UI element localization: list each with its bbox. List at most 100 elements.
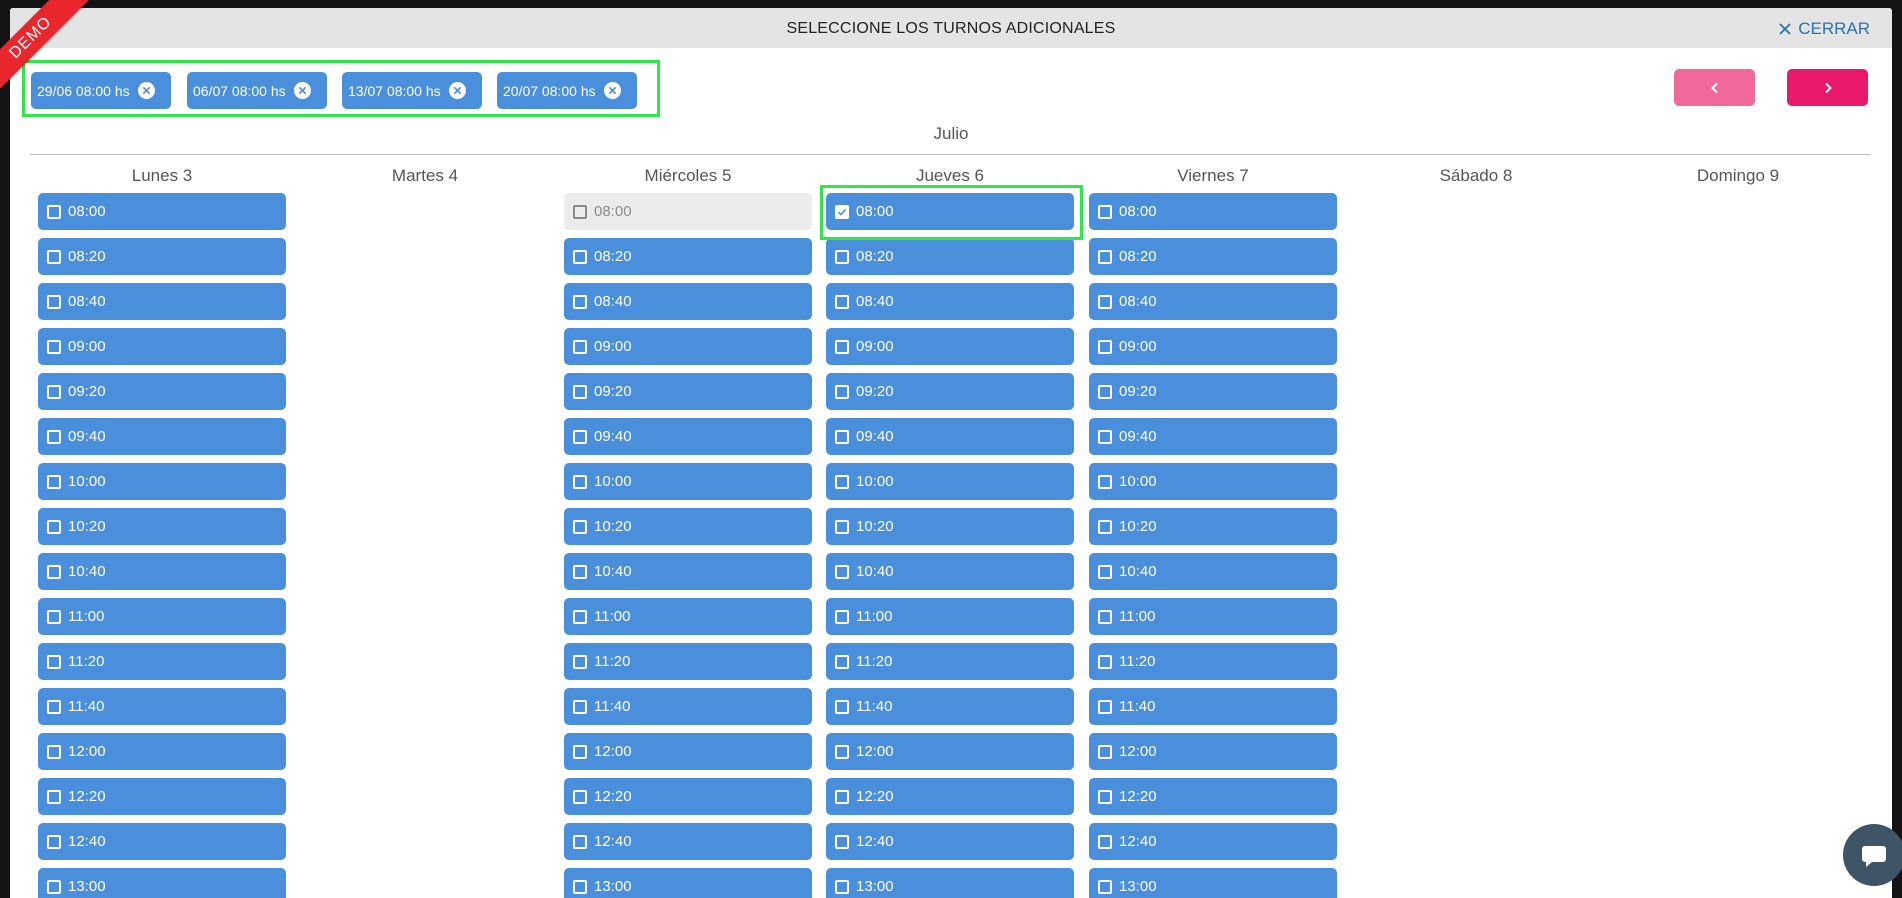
time-slot[interactable]: 12:00 xyxy=(38,733,286,770)
checkbox-icon[interactable] xyxy=(573,339,587,354)
checkbox-icon[interactable] xyxy=(573,879,587,894)
checkbox-icon[interactable] xyxy=(47,744,61,759)
checkbox-icon[interactable] xyxy=(835,654,849,669)
time-slot[interactable]: 11:00 xyxy=(564,598,812,635)
time-slot[interactable]: 12:40 xyxy=(1089,823,1337,860)
time-slot[interactable]: 13:00 xyxy=(38,868,286,898)
checkbox-icon[interactable] xyxy=(47,339,61,354)
checkbox-icon[interactable] xyxy=(573,654,587,669)
checkbox-icon[interactable] xyxy=(573,609,587,624)
time-slot[interactable]: 11:00 xyxy=(826,598,1074,635)
time-slot[interactable]: 12:20 xyxy=(1089,778,1337,815)
checkbox-icon[interactable] xyxy=(835,384,849,399)
checkbox-icon[interactable] xyxy=(835,294,849,309)
checkbox-icon[interactable] xyxy=(573,834,587,849)
time-slot[interactable]: 08:40 xyxy=(1089,283,1337,320)
checkbox-icon[interactable] xyxy=(573,294,587,309)
time-slot[interactable]: 08:20 xyxy=(1089,238,1337,275)
time-slot[interactable]: 08:00 xyxy=(38,193,286,230)
checkbox-icon[interactable] xyxy=(1098,744,1112,759)
time-slot[interactable]: 08:40 xyxy=(38,283,286,320)
checkbox-icon[interactable] xyxy=(1098,384,1112,399)
time-slot[interactable]: 11:20 xyxy=(564,643,812,680)
checkbox-icon[interactable] xyxy=(47,654,61,669)
checkbox-icon[interactable] xyxy=(1098,474,1112,489)
time-slot[interactable]: 10:40 xyxy=(1089,553,1337,590)
checkbox-icon[interactable] xyxy=(835,429,849,444)
time-slot[interactable]: 10:40 xyxy=(564,553,812,590)
checkbox-icon[interactable] xyxy=(1098,654,1112,669)
time-slot[interactable]: 10:20 xyxy=(564,508,812,545)
time-slot[interactable]: 08:20 xyxy=(564,238,812,275)
time-slot[interactable]: 11:40 xyxy=(1089,688,1337,725)
checkbox-icon[interactable] xyxy=(573,249,587,264)
checkbox-icon[interactable] xyxy=(1098,564,1112,579)
time-slot[interactable]: 09:20 xyxy=(564,373,812,410)
time-slot[interactable]: 09:00 xyxy=(1089,328,1337,365)
checkbox-icon[interactable] xyxy=(835,834,849,849)
time-slot[interactable]: 12:00 xyxy=(564,733,812,770)
checkbox-icon[interactable] xyxy=(835,519,849,534)
time-slot[interactable]: 13:00 xyxy=(1089,868,1337,898)
time-slot[interactable]: 11:00 xyxy=(1089,598,1337,635)
chip-remove-icon[interactable] xyxy=(293,82,311,99)
time-slot[interactable]: 10:40 xyxy=(826,553,1074,590)
checkbox-icon[interactable] xyxy=(47,429,61,444)
checkbox-icon[interactable] xyxy=(835,699,849,714)
time-slot[interactable]: 09:40 xyxy=(826,418,1074,455)
time-slot[interactable]: 12:40 xyxy=(38,823,286,860)
checkbox-icon[interactable] xyxy=(573,744,587,759)
checkbox-icon[interactable] xyxy=(835,564,849,579)
checkbox-icon[interactable] xyxy=(835,879,849,894)
time-slot[interactable]: 12:40 xyxy=(826,823,1074,860)
time-slot[interactable]: 11:20 xyxy=(38,643,286,680)
checkbox-icon[interactable] xyxy=(47,789,61,804)
time-slot[interactable]: 09:20 xyxy=(38,373,286,410)
checkbox-icon[interactable] xyxy=(47,609,61,624)
chip-remove-icon[interactable] xyxy=(603,82,621,99)
time-slot[interactable]: 09:00 xyxy=(564,328,812,365)
checkbox-icon[interactable] xyxy=(1098,519,1112,534)
checkbox-icon[interactable] xyxy=(1098,429,1112,444)
time-slot[interactable]: 09:20 xyxy=(826,373,1074,410)
time-slot[interactable]: 09:00 xyxy=(826,328,1074,365)
time-slot[interactable]: 09:40 xyxy=(1089,418,1337,455)
checkbox-icon[interactable] xyxy=(47,879,61,894)
time-slot[interactable]: 08:00 xyxy=(1089,193,1337,230)
checkbox-icon[interactable] xyxy=(47,474,61,489)
time-slot[interactable]: 12:00 xyxy=(826,733,1074,770)
checkbox-icon[interactable] xyxy=(835,474,849,489)
time-slot[interactable]: 09:40 xyxy=(38,418,286,455)
checkbox-icon[interactable] xyxy=(47,519,61,534)
next-week-button[interactable] xyxy=(1787,69,1868,106)
checkbox-icon[interactable] xyxy=(573,564,587,579)
checkbox-icon[interactable] xyxy=(1098,249,1112,264)
checkbox-icon[interactable] xyxy=(47,699,61,714)
checkbox-icon[interactable] xyxy=(573,789,587,804)
time-slot[interactable]: 12:20 xyxy=(826,778,1074,815)
checkbox-icon[interactable] xyxy=(573,474,587,489)
checkbox-icon[interactable] xyxy=(1098,834,1112,849)
checkbox-icon[interactable] xyxy=(47,204,61,219)
time-slot[interactable]: 10:20 xyxy=(826,508,1074,545)
time-slot[interactable]: 11:20 xyxy=(826,643,1074,680)
time-slot[interactable]: 11:40 xyxy=(826,688,1074,725)
time-slot[interactable]: 08:40 xyxy=(826,283,1074,320)
checkbox-icon[interactable] xyxy=(835,609,849,624)
checkbox-icon[interactable] xyxy=(1098,789,1112,804)
checkbox-icon[interactable] xyxy=(835,339,849,354)
time-slot[interactable]: 10:00 xyxy=(826,463,1074,500)
time-slot[interactable]: 10:00 xyxy=(1089,463,1337,500)
checkbox-icon[interactable] xyxy=(573,384,587,399)
checkbox-icon[interactable] xyxy=(47,564,61,579)
checkbox-icon[interactable] xyxy=(47,834,61,849)
time-slot[interactable]: 10:20 xyxy=(38,508,286,545)
chat-widget-button[interactable] xyxy=(1843,824,1902,886)
time-slot[interactable]: 11:00 xyxy=(38,598,286,635)
checkbox-icon[interactable] xyxy=(1098,699,1112,714)
checkbox-icon[interactable] xyxy=(835,249,849,264)
chip-remove-icon[interactable] xyxy=(137,82,155,99)
checkbox-icon[interactable] xyxy=(1098,609,1112,624)
time-slot[interactable]: 09:40 xyxy=(564,418,812,455)
time-slot[interactable]: 12:40 xyxy=(564,823,812,860)
